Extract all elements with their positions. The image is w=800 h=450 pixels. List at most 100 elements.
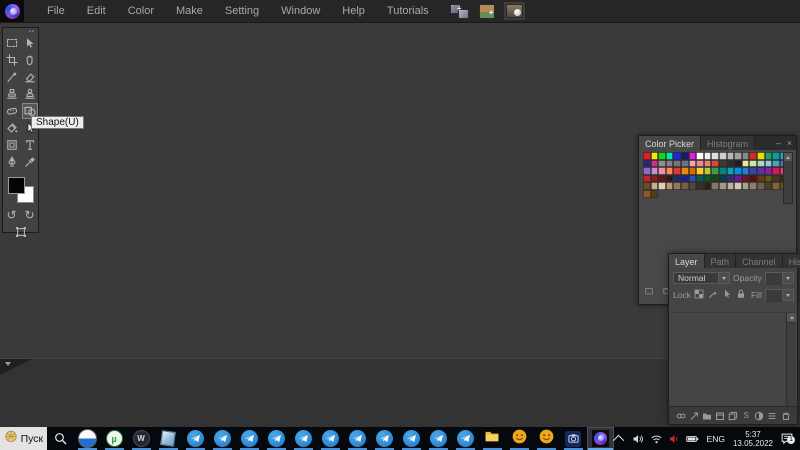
transparency-lock-icon[interactable] — [694, 289, 704, 301]
color-swatch[interactable] — [643, 175, 651, 183]
link-layers-icon[interactable] — [675, 410, 686, 421]
toolbox-grip[interactable]: ▪▪ — [3, 28, 38, 35]
color-swatch[interactable] — [651, 152, 659, 160]
battery-icon[interactable] — [686, 433, 699, 445]
color-swatch[interactable] — [719, 167, 727, 175]
layer-style-icon[interactable]: S — [741, 410, 752, 421]
frame-tool[interactable] — [4, 137, 20, 153]
telegram-app[interactable] — [290, 427, 317, 450]
telegram-app[interactable] — [398, 427, 425, 450]
color-swatch[interactable] — [666, 182, 674, 190]
telegram-app[interactable] — [452, 427, 479, 450]
color-picker-tab-color-picker[interactable]: Color Picker — [639, 136, 701, 150]
telegram-app[interactable] — [263, 427, 290, 450]
color-swatch[interactable] — [749, 160, 757, 168]
scroll-up-icon[interactable] — [784, 153, 792, 161]
color-swatch[interactable] — [765, 167, 773, 175]
camera-app[interactable] — [560, 427, 587, 450]
color-swatch[interactable] — [681, 152, 689, 160]
color-swatch[interactable] — [689, 152, 697, 160]
color-swatch[interactable] — [666, 152, 674, 160]
color-swatch[interactable] — [658, 182, 666, 190]
clock[interactable]: 5:3713.05.2022 — [733, 430, 773, 448]
crop-tool[interactable] — [4, 52, 20, 68]
explorer-app[interactable] — [479, 427, 506, 450]
emoji-app[interactable] — [533, 427, 560, 450]
color-swatch[interactable] — [772, 182, 780, 190]
color-swatch[interactable] — [696, 182, 704, 190]
color-swatch[interactable] — [727, 167, 735, 175]
color-swatch[interactable] — [772, 175, 780, 183]
color-swatch[interactable] — [689, 167, 697, 175]
color-swatch[interactable] — [673, 182, 681, 190]
layers-tab-layer[interactable]: Layer — [669, 254, 705, 268]
volume-icon[interactable] — [632, 433, 645, 445]
color-swatch[interactable] — [651, 190, 659, 198]
opacity-dropdown[interactable] — [765, 272, 794, 284]
color-swatch[interactable] — [711, 182, 719, 190]
color-swatch[interactable] — [765, 160, 773, 168]
color-swatch[interactable] — [711, 152, 719, 160]
color-swatch[interactable] — [734, 182, 742, 190]
color-swatch[interactable] — [749, 167, 757, 175]
color-swatch[interactable] — [658, 167, 666, 175]
export-icon[interactable] — [688, 410, 699, 421]
color-swatch[interactable] — [719, 175, 727, 183]
telegram-app[interactable] — [371, 427, 398, 450]
color-swatch[interactable] — [658, 160, 666, 168]
move-tool[interactable] — [22, 35, 38, 51]
layers-list[interactable] — [670, 312, 796, 406]
color-swatch[interactable] — [727, 175, 735, 183]
color-swatch[interactable] — [749, 152, 757, 160]
close-icon[interactable]: × — [787, 138, 792, 148]
color-swatch[interactable] — [666, 175, 674, 183]
pattern-stamp-tool[interactable] — [22, 86, 38, 102]
photo-editor-app[interactable] — [587, 427, 614, 450]
telegram-app[interactable] — [236, 427, 263, 450]
menu-item-tutorials[interactable]: Tutorials — [376, 1, 440, 21]
start-button[interactable]: Пуск — [0, 427, 47, 450]
color-swatch[interactable] — [673, 152, 681, 160]
menu-item-color[interactable]: Color — [117, 1, 165, 21]
color-swatch[interactable] — [742, 160, 750, 168]
undo-button[interactable]: ↺ — [6, 208, 16, 222]
color-swatch[interactable] — [704, 167, 712, 175]
color-swatch[interactable] — [643, 190, 651, 198]
color-swatch[interactable] — [711, 175, 719, 183]
color-swatch[interactable] — [651, 167, 659, 175]
color-swatch[interactable] — [719, 160, 727, 168]
duplicate-layer-icon[interactable] — [728, 410, 739, 421]
color-swatch[interactable] — [673, 160, 681, 168]
audio-device-icon[interactable] — [668, 433, 681, 445]
color-swatch[interactable] — [689, 175, 697, 183]
color-swatch[interactable] — [727, 182, 735, 190]
color-swatch[interactable] — [749, 175, 757, 183]
color-swatch[interactable] — [643, 160, 651, 168]
color-swatch[interactable] — [651, 160, 659, 168]
color-swatch[interactable] — [658, 152, 666, 160]
sponge-tool[interactable] — [4, 103, 20, 119]
color-swatch[interactable] — [704, 160, 712, 168]
color-swatch[interactable] — [681, 160, 689, 168]
collapse-arrow-icon[interactable] — [5, 362, 11, 366]
chevron-down-icon[interactable] — [782, 290, 793, 300]
minimize-icon[interactable]: – — [776, 138, 781, 148]
color-swatch[interactable] — [734, 160, 742, 168]
color-swatch[interactable] — [772, 160, 780, 168]
paint-bucket-tool[interactable] — [4, 120, 20, 136]
color-swatch[interactable] — [757, 160, 765, 168]
color-picker-tab-histogram[interactable]: Histogram — [701, 136, 755, 150]
menu-item-make[interactable]: Make — [165, 1, 214, 21]
menu-item-window[interactable]: Window — [270, 1, 331, 21]
palette-scrollbar[interactable] — [783, 152, 793, 204]
color-swatch[interactable] — [757, 175, 765, 183]
color-swatch[interactable] — [689, 182, 697, 190]
stamp-tool[interactable] — [4, 86, 20, 102]
layers-tab-history[interactable]: History — [783, 254, 800, 268]
color-swatch[interactable] — [727, 160, 735, 168]
adjustment-layer-icon[interactable] — [754, 410, 765, 421]
color-swatch[interactable] — [772, 167, 780, 175]
eraser-tool[interactable] — [22, 69, 38, 85]
menu-item-setting[interactable]: Setting — [214, 1, 270, 21]
layers-tab-path[interactable]: Path — [705, 254, 737, 268]
